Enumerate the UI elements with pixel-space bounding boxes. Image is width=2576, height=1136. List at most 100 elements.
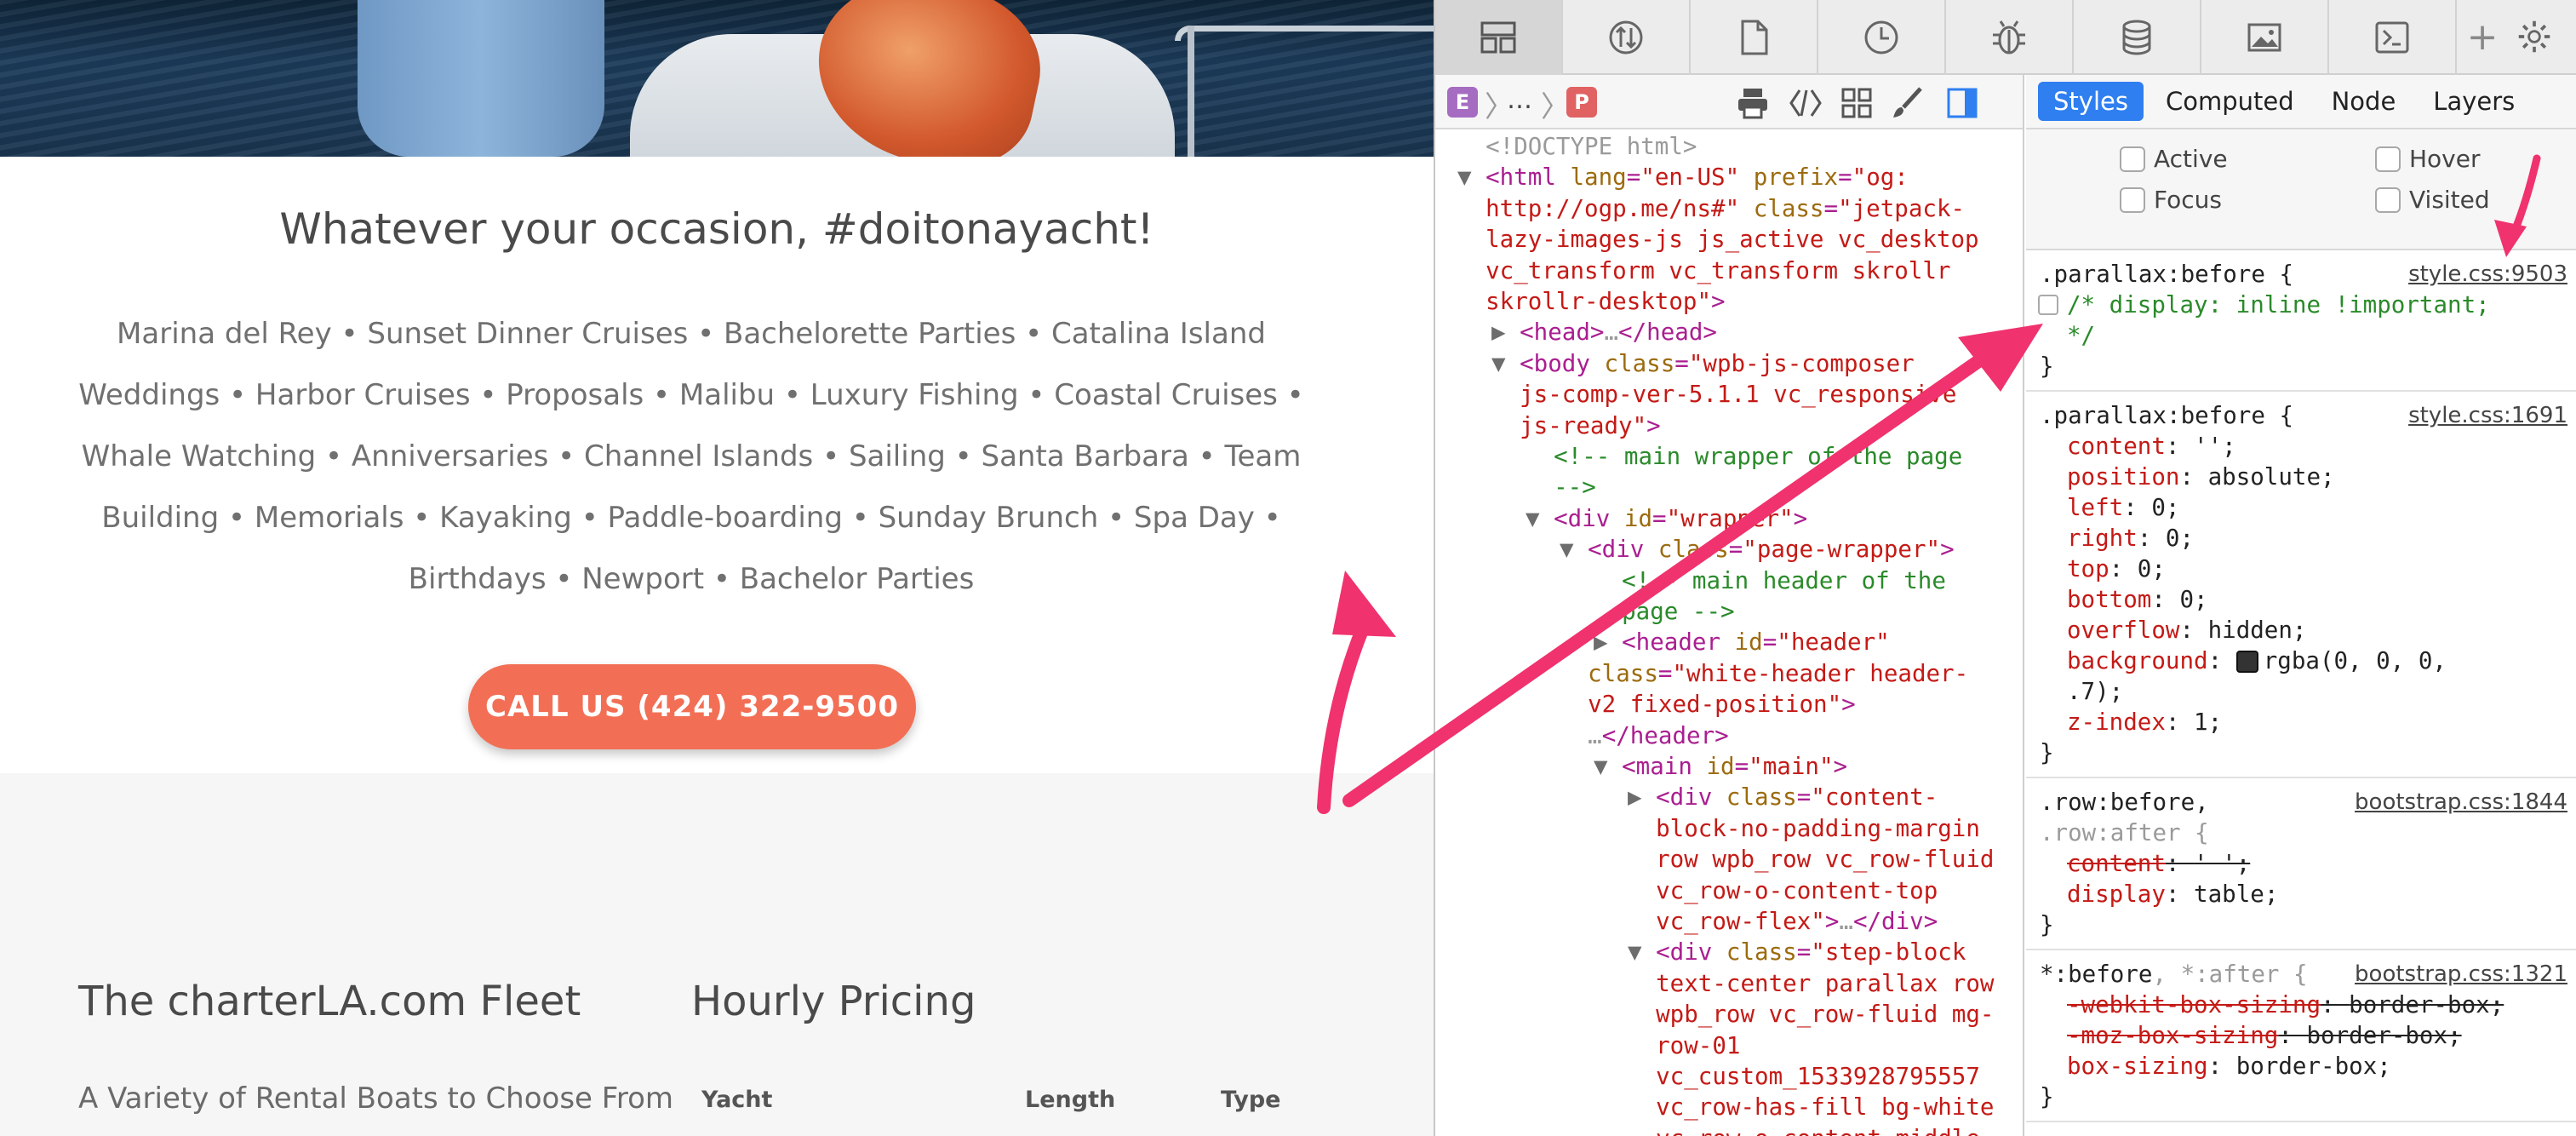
css-declaration[interactable]: -webkit-box-sizing: border-box; xyxy=(2026,990,2576,1020)
css-source-link[interactable]: style.css:1691 xyxy=(2408,400,2567,431)
css-source-link[interactable]: bootstrap.css:1844 xyxy=(2355,787,2567,818)
pseudo-focus-toggle[interactable]: Focus xyxy=(2120,186,2222,214)
dom-node-line[interactable]: js-ready"> xyxy=(1491,410,1661,441)
color-swatch-icon[interactable] xyxy=(2235,651,2258,673)
css-source-link[interactable]: bootstrap.css:1321 xyxy=(2355,959,2567,990)
disclosure-open-icon[interactable]: ▼ xyxy=(1491,350,1520,377)
css-declaration[interactable]: box-sizing: border-box; xyxy=(2026,1051,2576,1081)
breadcrumb-element-badge[interactable]: E xyxy=(1447,87,1478,118)
checkbox[interactable] xyxy=(2375,146,2401,172)
checkbox[interactable] xyxy=(2375,186,2401,213)
declaration-checkbox[interactable] xyxy=(2038,295,2058,315)
print-icon[interactable] xyxy=(1735,85,1771,121)
layout-grid-icon[interactable] xyxy=(1839,85,1875,121)
dom-node-line[interactable]: js-comp-ver-5.1.1 vc_responsive xyxy=(1491,379,1956,410)
dom-node-line[interactable]: ▼ <main id="main"> xyxy=(1594,751,1847,782)
dom-node-line[interactable]: <!-- main wrapper of the page xyxy=(1526,441,1962,472)
dom-node-line[interactable]: <!DOCTYPE html> xyxy=(1457,131,1697,162)
paintbrush-icon[interactable] xyxy=(1890,85,1926,121)
css-rule[interactable]: .parallax:before { style.css:9503/* displ… xyxy=(2026,250,2576,392)
css-declaration[interactable]: content: ' '; xyxy=(2026,848,2576,879)
checkbox[interactable] xyxy=(2120,146,2145,172)
css-selector[interactable]: .row:after { xyxy=(2026,818,2576,848)
dom-node-line[interactable]: wpb_row vc_row-fluid mg- xyxy=(1628,999,1994,1030)
css-declaration[interactable]: z-index: 1; xyxy=(2026,707,2576,737)
breadcrumb-ellipsis[interactable]: … xyxy=(1507,85,1532,115)
css-declaration[interactable]: overflow: hidden; xyxy=(2026,615,2576,645)
dom-node-line[interactable]: row wpb_row vc_row-fluid xyxy=(1628,844,1994,875)
disclosure-open-icon[interactable]: ▼ xyxy=(1594,753,1622,780)
dom-node-line[interactable]: …</header> xyxy=(1560,720,1729,751)
sidebar-toggle-icon[interactable] xyxy=(1944,85,1980,121)
dom-node-line[interactable]: ▶ <head>…</head> xyxy=(1491,317,1717,347)
dom-node-line[interactable]: vc_row-o-content-middle xyxy=(1628,1123,1980,1136)
css-declaration[interactable]: bottom: 0; xyxy=(2026,584,2576,615)
tab-node[interactable]: Node xyxy=(2316,82,2412,121)
disclosure-closed-icon[interactable]: ▶ xyxy=(1628,783,1656,811)
disclosure-open-icon[interactable]: ▼ xyxy=(1560,536,1588,563)
css-declaration[interactable]: -moz-box-sizing: border-box; xyxy=(2026,1020,2576,1051)
disclosure-open-icon[interactable]: ▼ xyxy=(1628,938,1656,966)
dom-node-line[interactable]: lazy-images-js js_active vc_desktop xyxy=(1457,224,1978,255)
css-selector[interactable]: .row:before, xyxy=(2040,789,2209,816)
dom-node-line[interactable]: ▼ <html lang="en-US" prefix="og: xyxy=(1457,162,1909,192)
dom-node-line[interactable]: ▼ <div class="step-block xyxy=(1628,937,1966,967)
css-declaration[interactable]: background: rgba(0, 0, 0, xyxy=(2026,645,2576,676)
dom-node-line[interactable]: vc_row-has-fill bg-white xyxy=(1628,1092,1994,1122)
add-tab-icon[interactable]: + xyxy=(2457,0,2508,73)
dom-node-line[interactable]: <!-- main header of the xyxy=(1594,565,1946,596)
pseudo-visited-toggle[interactable]: Visited xyxy=(2375,186,2490,214)
disclosure-open-icon[interactable]: ▼ xyxy=(1526,505,1554,532)
shadow-dom-icon[interactable] xyxy=(1788,85,1823,121)
network-tab[interactable] xyxy=(1563,0,1691,75)
dom-node-line[interactable]: block-no-padding-margin xyxy=(1628,813,1980,844)
css-declaration[interactable]: right: 0; xyxy=(2026,523,2576,554)
css-declaration[interactable]: /* display: inline !important; xyxy=(2026,290,2576,320)
dom-node-line[interactable]: skrollr-desktop"> xyxy=(1457,286,1725,317)
css-declaration[interactable]: position: absolute; xyxy=(2026,462,2576,492)
tab-styles[interactable]: Styles xyxy=(2038,82,2144,121)
tab-layers[interactable]: Layers xyxy=(2418,82,2530,121)
disclosure-closed-icon[interactable]: ▶ xyxy=(1491,318,1520,346)
dom-node-line[interactable]: page --> xyxy=(1594,596,1734,627)
elements-tab[interactable] xyxy=(1435,0,1563,75)
dom-node-line[interactable]: vc_custom_1533928795557 xyxy=(1628,1061,1980,1092)
settings-gear-icon[interactable] xyxy=(2508,0,2561,73)
dom-node-line[interactable]: ▼ <body class="wpb-js-composer xyxy=(1491,348,1915,379)
css-rule[interactable]: .row:before, bootstrap.css:1844 .row:after… xyxy=(2026,778,2576,950)
dom-node-line[interactable]: ▶ <div class="content- xyxy=(1628,782,1938,812)
pseudo-active-toggle[interactable]: Active xyxy=(2120,145,2228,173)
canvas-tab[interactable] xyxy=(2201,0,2329,75)
console-tab[interactable] xyxy=(2329,0,2457,75)
disclosure-open-icon[interactable]: ▼ xyxy=(1457,164,1485,191)
call-us-button[interactable]: CALL US (424) 322-9500 xyxy=(468,664,916,749)
css-selector[interactable]: .parallax:before { xyxy=(2040,261,2293,288)
storage-tab[interactable] xyxy=(2074,0,2201,75)
css-selector[interactable]: .parallax:before { xyxy=(2040,402,2293,429)
css-rule[interactable]: .parallax:before {style.css:1691 content:… xyxy=(2026,392,2576,778)
breadcrumb-p-badge[interactable]: P xyxy=(1566,87,1597,118)
debugger-tab[interactable] xyxy=(1946,0,2074,75)
dom-node-line[interactable]: http://ogp.me/ns#" class="jetpack- xyxy=(1457,193,1965,224)
disclosure-closed-icon[interactable]: ▶ xyxy=(1594,628,1622,656)
dom-node-line[interactable]: row-01 xyxy=(1628,1030,1740,1061)
dom-node-line[interactable]: text-center parallax row xyxy=(1628,968,1994,999)
tab-computed[interactable]: Computed xyxy=(2150,82,2310,121)
css-declaration[interactable]: display: table; xyxy=(2026,879,2576,909)
dom-node-line[interactable]: vc_transform vc_transform skrollr xyxy=(1457,255,1950,286)
dom-node-line[interactable]: ▼ <div id="wrapper"> xyxy=(1526,503,1807,534)
css-rule[interactable]: *:before, *:after {bootstrap.css:1321 -we… xyxy=(2026,950,2576,1122)
css-source-link[interactable]: style.css:9503 xyxy=(2408,259,2567,290)
resources-tab[interactable] xyxy=(1691,0,1818,75)
dom-node-line[interactable]: vc_row-o-content-top xyxy=(1628,875,1938,906)
css-selector[interactable]: *:before xyxy=(2040,961,2152,988)
dom-node-line[interactable]: ▼ <div class="page-wrapper"> xyxy=(1560,534,1955,565)
checkbox[interactable] xyxy=(2120,186,2145,213)
css-declaration[interactable]: .7); xyxy=(2026,676,2576,707)
dom-node-line[interactable]: --> xyxy=(1526,472,1596,502)
dom-node-line[interactable]: class="white-header header- xyxy=(1560,658,1968,689)
css-declaration[interactable]: left: 0; xyxy=(2026,492,2576,523)
css-declaration[interactable]: */ xyxy=(2026,320,2576,351)
dom-node-line[interactable]: v2 fixed-position"> xyxy=(1560,689,1856,720)
dom-node-line[interactable]: ▶ <header id="header" xyxy=(1594,627,1890,657)
